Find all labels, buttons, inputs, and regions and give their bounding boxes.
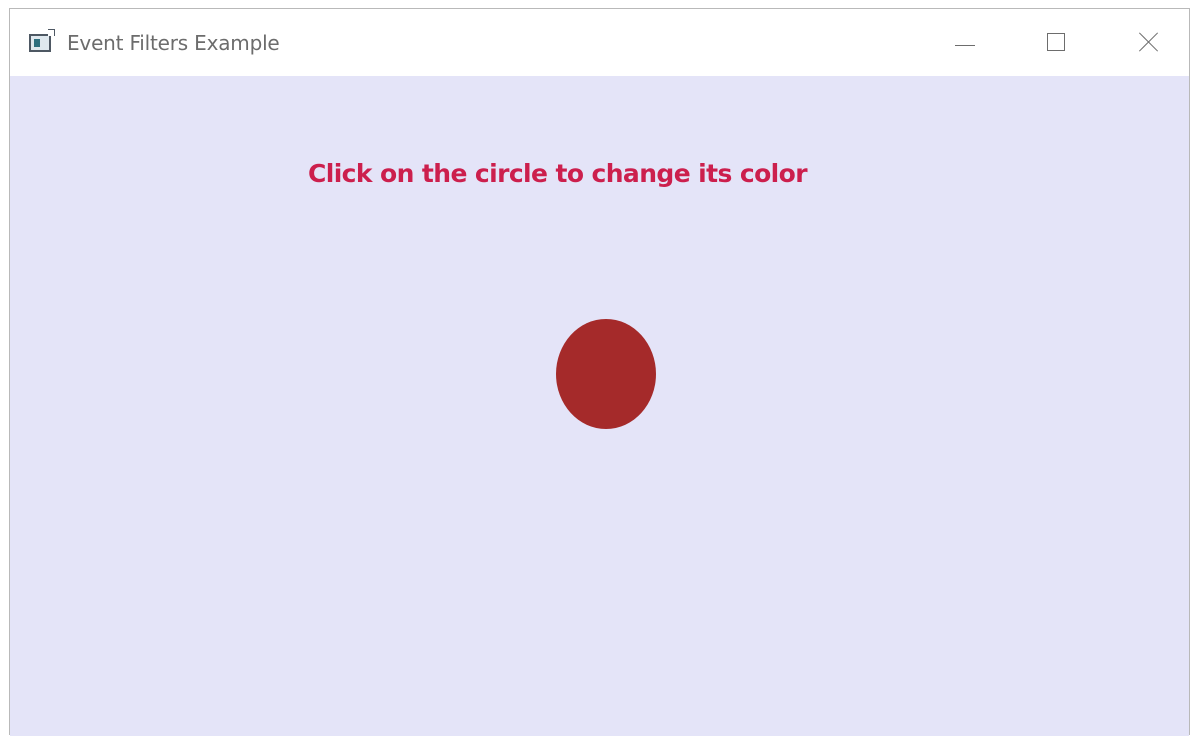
app-icon [29,29,55,52]
maximize-icon [1047,33,1065,51]
title-bar[interactable]: Event Filters Example [10,9,1189,76]
close-icon [1138,31,1160,53]
minimize-icon [955,45,975,46]
app-window: Event Filters Example Click on the circl… [9,8,1190,736]
window-title: Event Filters Example [67,31,280,55]
minimize-button[interactable] [935,9,991,76]
close-button[interactable] [1120,9,1176,76]
color-circle[interactable] [556,319,656,429]
maximize-button[interactable] [1027,9,1083,76]
instruction-text: Click on the circle to change its color [308,159,808,188]
scene-content: Click on the circle to change its color [10,76,1189,736]
